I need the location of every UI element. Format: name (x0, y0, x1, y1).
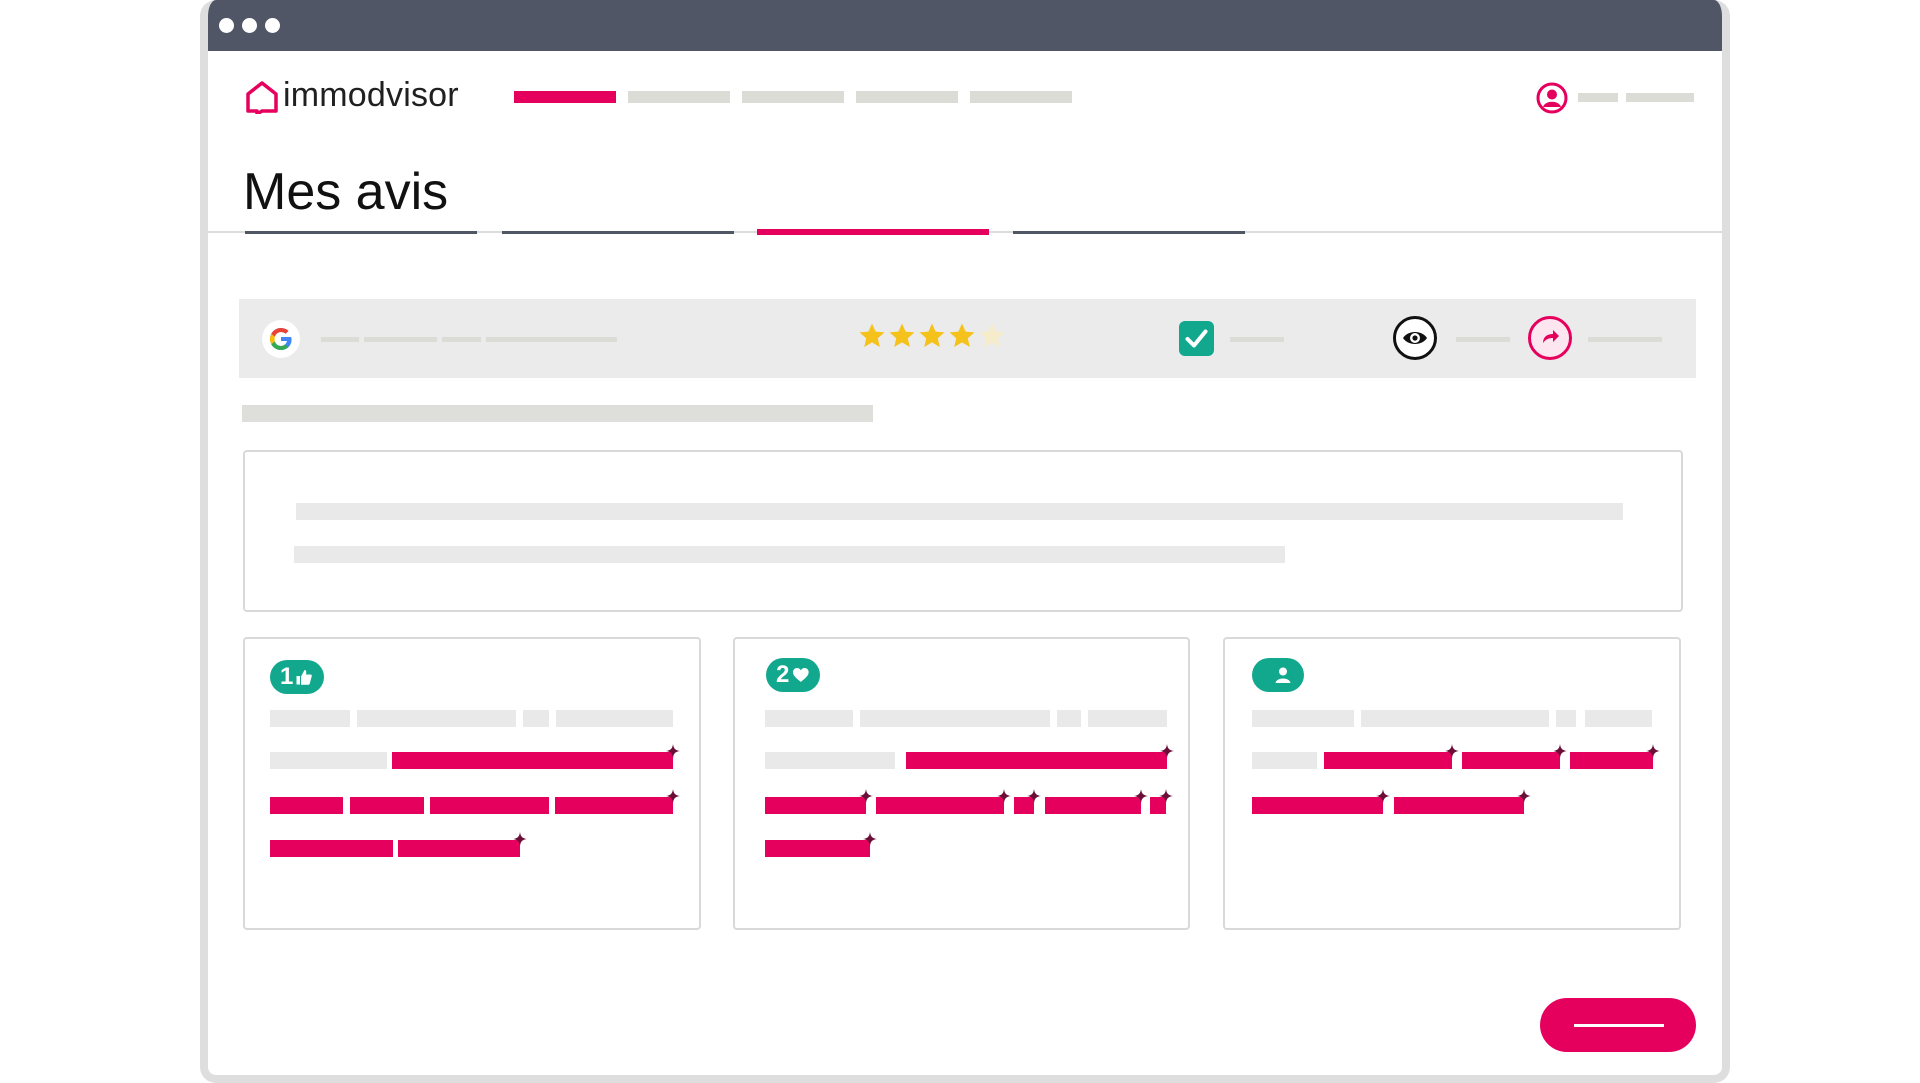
logo-house-icon (246, 81, 278, 114)
card-meta-line (357, 710, 516, 727)
review-title-placeholder (242, 405, 873, 422)
sparkle-icon (863, 832, 877, 846)
star-filled-icon (919, 323, 945, 347)
nav-item-active[interactable] (514, 91, 616, 103)
sparkle-icon (1646, 744, 1660, 758)
star-rating (858, 322, 1008, 350)
card-meta-line (860, 710, 1050, 727)
sparkle-icon (1376, 789, 1390, 803)
highlight-bar (1462, 752, 1560, 769)
verified-check-icon[interactable] (1178, 320, 1215, 357)
star-filled-icon (859, 323, 885, 347)
star-empty-icon (979, 323, 1005, 347)
card-text-line (1252, 752, 1317, 769)
card-meta-line (1361, 710, 1549, 727)
highlight-bar (1324, 752, 1452, 769)
reviewer-placeholder (364, 337, 437, 342)
visibility-eye-icon[interactable] (1392, 315, 1438, 361)
sparkle-icon (666, 744, 680, 758)
window-dot[interactable] (219, 18, 234, 33)
highlight-bar (270, 797, 343, 814)
review-text-line (294, 546, 1285, 563)
sparkle-icon (513, 832, 527, 846)
highlight-bar (906, 752, 1167, 769)
card-meta-line (1585, 710, 1652, 727)
sparkle-icon (1159, 789, 1173, 803)
card-meta-line (556, 710, 673, 727)
star-filled-icon (949, 323, 975, 347)
card-badge-favorite: 2 (766, 658, 820, 692)
star-filled-icon (889, 323, 915, 347)
window-titlebar (208, 0, 1722, 51)
card-meta-line (523, 710, 549, 727)
highlight-bar (1570, 752, 1653, 769)
highlight-bar (398, 840, 520, 857)
card-meta-line (1556, 710, 1576, 727)
sparkle-icon (1027, 789, 1041, 803)
sparkle-icon (666, 789, 680, 803)
tab-active[interactable] (757, 229, 989, 235)
page-title: Mes avis (243, 163, 449, 221)
sparkle-icon (1553, 744, 1567, 758)
sparkle-icon (1445, 744, 1459, 758)
nav-item[interactable] (856, 91, 958, 103)
card-meta-line (270, 710, 350, 727)
card-badge-positive: 1 (270, 660, 324, 694)
review-text-box (243, 450, 1683, 612)
tab[interactable] (245, 231, 477, 234)
card-meta-line (1057, 710, 1081, 727)
sparkle-icon (1517, 789, 1531, 803)
highlight-bar (1045, 797, 1141, 814)
verified-label-placeholder (1230, 337, 1284, 342)
highlight-bar (555, 797, 673, 814)
highlight-bar (430, 797, 549, 814)
button-label-placeholder (1574, 1024, 1664, 1027)
window-dot[interactable] (265, 18, 280, 33)
user-name-placeholder (1578, 93, 1618, 102)
sparkle-icon (1160, 744, 1174, 758)
sparkle-icon (859, 789, 873, 803)
card-meta-line (1088, 710, 1167, 727)
visibility-label-placeholder (1456, 337, 1510, 342)
badge-count: 2 (776, 661, 790, 688)
user-role-placeholder (1626, 93, 1694, 102)
highlight-bar (1252, 797, 1383, 814)
google-logo-icon (270, 328, 292, 350)
highlight-bar (765, 797, 866, 814)
logo-text[interactable]: immodvisor (283, 76, 459, 115)
card-badge-profile (1252, 658, 1304, 692)
highlight-bar (1394, 797, 1524, 814)
heart-icon (793, 667, 810, 682)
source-badge (262, 320, 300, 358)
reviewer-placeholder (321, 337, 359, 342)
nav-item[interactable] (742, 91, 844, 103)
highlight-bar (876, 797, 1004, 814)
reviewer-placeholder (486, 337, 617, 342)
primary-action-button[interactable] (1540, 998, 1696, 1052)
tab[interactable] (502, 231, 734, 234)
tab[interactable] (1013, 231, 1245, 234)
badge-count: 1 (280, 663, 294, 690)
highlight-bar (392, 752, 673, 769)
card-meta-line (765, 710, 853, 727)
reviewer-placeholder (442, 337, 481, 342)
user-avatar-icon[interactable] (1536, 82, 1568, 114)
nav-item[interactable] (628, 91, 730, 103)
nav-item[interactable] (970, 91, 1072, 103)
review-text-line (296, 503, 1623, 520)
sparkle-icon (1134, 789, 1148, 803)
highlight-bar (350, 797, 424, 814)
window-dot[interactable] (242, 18, 257, 33)
highlight-bar (765, 840, 870, 857)
thumbs-up-icon (296, 670, 313, 685)
card-text-line (765, 752, 895, 769)
card-meta-line (1252, 710, 1354, 727)
sparkle-icon (997, 789, 1011, 803)
share-label-placeholder (1588, 337, 1662, 342)
card-text-line (270, 752, 387, 769)
highlight-bar (270, 840, 393, 857)
user-icon (1275, 667, 1291, 683)
share-icon[interactable] (1527, 315, 1573, 361)
